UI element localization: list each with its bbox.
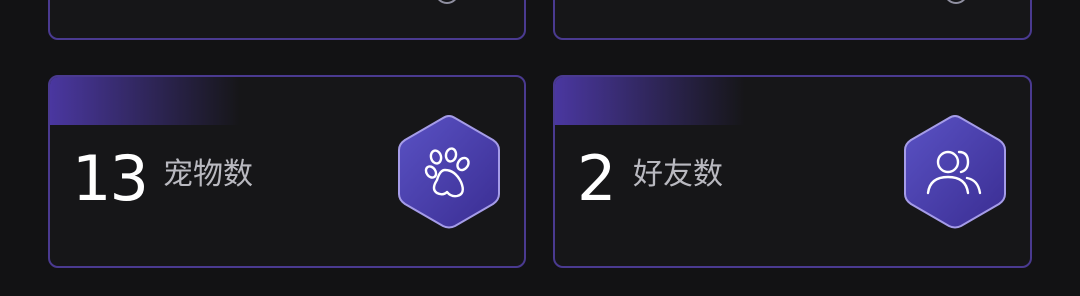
users-icon	[904, 114, 1006, 229]
stat-card-partial-right[interactable]	[553, 0, 1032, 40]
stat-card-partial-left[interactable]	[48, 0, 526, 40]
friend-count-card[interactable]: 2 好友数	[553, 75, 1032, 268]
paw-icon	[398, 114, 500, 229]
friend-count-label: 好友数	[633, 157, 723, 192]
circle-icon	[438, 0, 456, 4]
pet-count-card[interactable]: 13 宠物数	[48, 75, 526, 268]
pet-count-label: 宠物数	[163, 157, 253, 192]
card-accent-bar	[50, 77, 240, 125]
friend-count-value: 2	[577, 142, 616, 215]
card-accent-bar	[555, 77, 745, 125]
pet-count-value: 13	[72, 142, 149, 215]
circle-icon	[947, 0, 965, 4]
stats-grid: 13 宠物数 2 好友数	[0, 0, 1080, 296]
